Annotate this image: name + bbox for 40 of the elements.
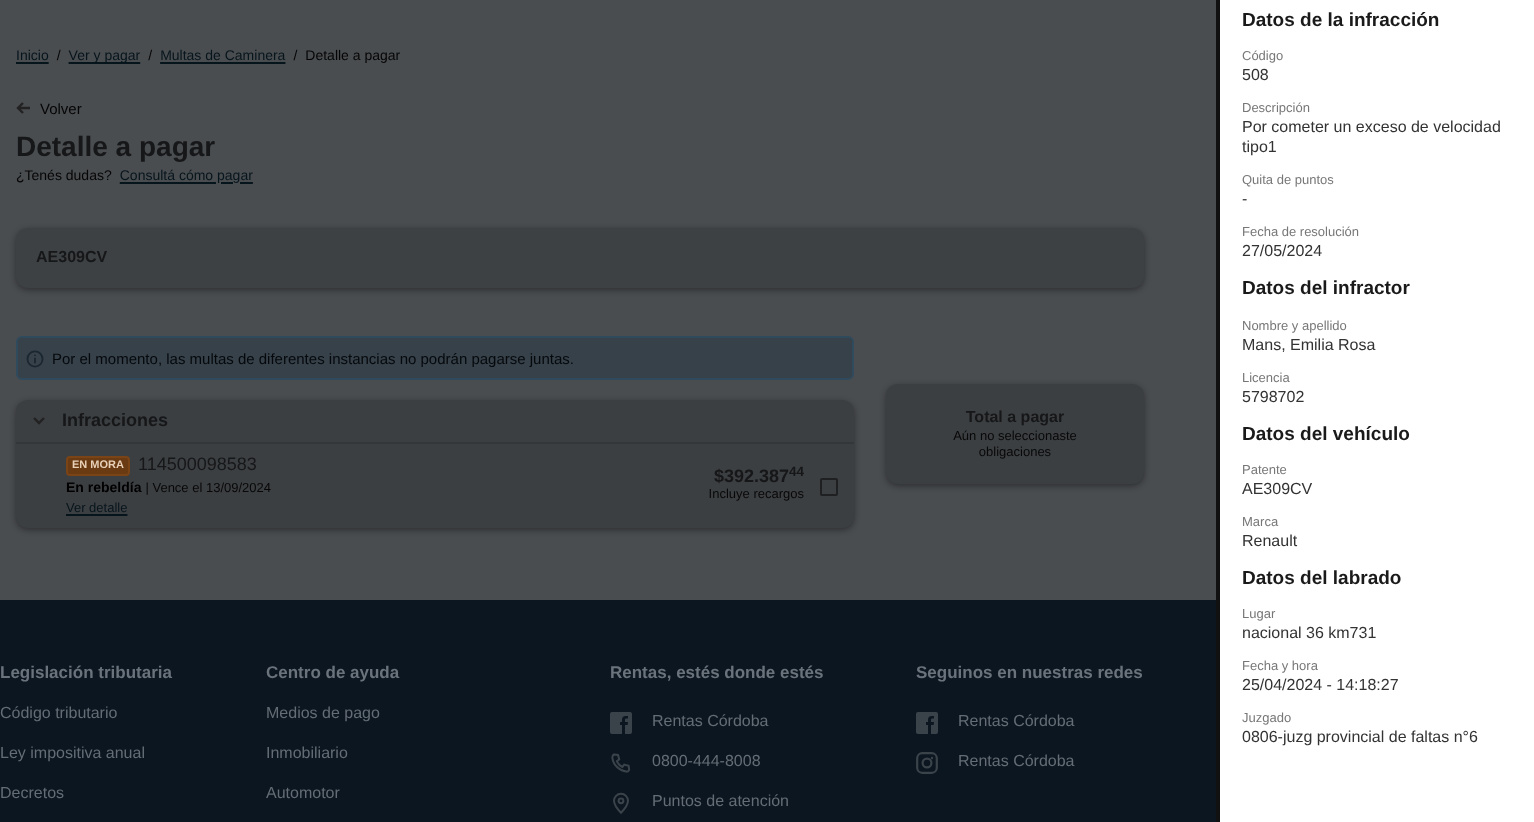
footer-link[interactable]: Medios de pago <box>266 702 610 742</box>
info-icon <box>26 349 44 368</box>
chevron-icon[interactable] <box>32 416 46 427</box>
footer-link[interactable]: 0800-444-8008 <box>652 750 761 774</box>
footer-link[interactable]: Automotor <box>266 782 610 822</box>
field-value: Mans, Emilia Rosa <box>1242 335 1378 355</box>
field-value: Por cometer un exceso de velocidad tipo1 <box>1242 118 1503 159</box>
footer-link[interactable]: Rentas Córdoba <box>958 750 1075 774</box>
page-title: Detalle a pagar <box>16 127 218 164</box>
footer-heading: Centro de ayuda <box>266 660 402 686</box>
field-value: 25/04/2024 - 14:18:27 <box>1242 676 1401 696</box>
section-heading: Datos del labrado <box>1242 565 1404 594</box>
instagram-icon[interactable] <box>916 751 938 773</box>
field-value: 5798702 <box>1242 387 1307 407</box>
section-heading: Datos del infractor <box>1242 276 1412 305</box>
facebook-icon[interactable] <box>916 711 938 733</box>
phone-icon <box>610 751 632 773</box>
facebook-icon[interactable] <box>610 711 632 733</box>
footer-heading: Rentas, estés donde estés <box>610 660 826 686</box>
footer-link[interactable]: Ley impositiva anual <box>0 742 266 782</box>
footer-link[interactable]: Código tributario <box>0 702 266 742</box>
field-value: 508 <box>1242 66 1271 87</box>
footer-link[interactable]: Inmobiliario <box>266 742 610 782</box>
footer-link[interactable]: Puntos de atención <box>652 790 789 814</box>
field-value: 0806-juzg provincial de faltas n°6 <box>1242 728 1480 748</box>
footer-link[interactable]: Decretos <box>0 782 266 822</box>
back-arrow-icon[interactable] <box>16 100 32 117</box>
section-heading: Datos de la infracción <box>1242 8 1442 36</box>
section-heading: Datos del vehículo <box>1242 421 1412 449</box>
field-value: AE309CV <box>1242 479 1315 500</box>
checkbox[interactable] <box>820 477 838 496</box>
location-pin-icon <box>610 791 632 813</box>
footer-link[interactable]: Rentas Córdoba <box>652 710 769 734</box>
field-value: nacional 36 km731 <box>1242 624 1379 644</box>
footer-heading: Seguinos en nuestras redes <box>916 660 1145 686</box>
footer-heading: Legislación tributaria <box>0 660 174 686</box>
field-value: Renault <box>1242 531 1300 552</box>
footer-link[interactable]: Rentas Córdoba <box>958 710 1075 734</box>
field-value: 27/05/2024 <box>1242 242 1325 263</box>
field-value: - <box>1242 190 1250 211</box>
